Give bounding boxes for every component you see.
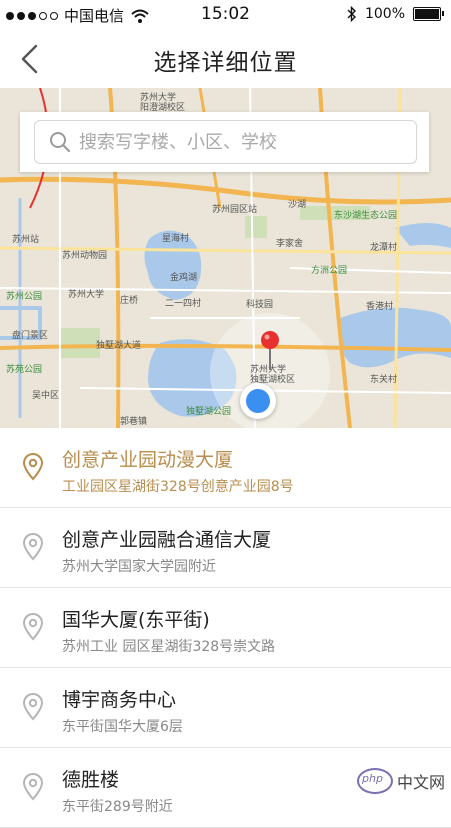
map-label: 独墅湖大道 bbox=[96, 341, 142, 351]
result-address: 苏州大学国家大学园附近 bbox=[62, 559, 216, 575]
map-label: 沙湖 bbox=[288, 200, 307, 210]
battery-percent: 100% bbox=[364, 6, 405, 22]
location-pin-icon bbox=[22, 693, 44, 721]
battery-icon bbox=[413, 7, 444, 21]
map-label: 科技园 bbox=[246, 300, 274, 310]
php-logo: php bbox=[356, 768, 393, 794]
result-address: 东平街289号附近 bbox=[62, 799, 173, 815]
map-label: 苏州公园 bbox=[6, 292, 43, 302]
map-label: 二一四村 bbox=[165, 299, 202, 309]
map-label: 苏州站 bbox=[12, 235, 40, 245]
watermark-text: 中文网 bbox=[396, 773, 445, 792]
result-address: 苏州工业 园区星湖街328号崇文路 bbox=[62, 639, 276, 655]
search-icon bbox=[50, 132, 71, 153]
map-label: 郭巷镇 bbox=[120, 417, 148, 427]
map-label: 龙潭村 bbox=[370, 243, 398, 253]
location-dot-icon bbox=[246, 389, 270, 413]
current-location-button[interactable] bbox=[240, 383, 276, 419]
result-name: 博宇商务中心 bbox=[62, 689, 177, 711]
map-label: 李家舍 bbox=[276, 239, 304, 249]
map-label: 吴中区 bbox=[32, 391, 60, 401]
result-item[interactable]: 国华大厦(东平街) 苏州工业 园区星湖街328号崇文路 bbox=[0, 588, 451, 668]
result-item[interactable]: 创意产业园动漫大厦工业园区星湖街328号创意产业园8号 bbox=[0, 428, 451, 508]
nav-bar: 选择详细位置 bbox=[0, 30, 451, 89]
map-view[interactable]: 苏州大学 阳澄湖校区 苏州园区站 沙湖 东沙湖生态公园 苏州站 苏州动物园 星海村 李家舍 方洲公… bbox=[0, 88, 451, 428]
map-label: 苏州大学 bbox=[68, 290, 105, 300]
map-label: 东关村 bbox=[370, 375, 398, 385]
search-panel bbox=[20, 112, 429, 172]
search-field[interactable] bbox=[34, 120, 417, 164]
result-name: 德胜楼 bbox=[62, 769, 120, 791]
result-item[interactable]: 创意产业园融合通信大厦苏州大学国家大学园附近 bbox=[0, 508, 451, 588]
status-right: 100% bbox=[347, 6, 444, 22]
location-pin-icon bbox=[22, 613, 44, 641]
map-label: 独墅湖公园 bbox=[186, 407, 232, 417]
result-name: 创意产业园融合通信大厦 bbox=[62, 529, 272, 551]
map-label: 苏州园区站 bbox=[212, 205, 258, 215]
map-label: 星海村 bbox=[162, 234, 190, 244]
map-label: 苏州动物园 bbox=[62, 251, 108, 261]
result-address: 东平街国华大厦6层 bbox=[62, 719, 183, 735]
map-pin-icon bbox=[261, 331, 279, 370]
page-title: 选择详细位置 bbox=[153, 50, 298, 76]
result-address: 工业园区星湖街328号创意产业园8号 bbox=[62, 479, 294, 495]
location-pin-icon bbox=[22, 533, 44, 561]
bluetooth-icon bbox=[347, 6, 356, 22]
result-name: 创意产业园动漫大厦 bbox=[62, 449, 234, 471]
status-bar: 中国电信 15:02 100% bbox=[0, 0, 451, 30]
map-label: 东沙湖生态公园 bbox=[334, 211, 398, 221]
watermark: php 中文网 bbox=[356, 768, 445, 794]
map-label: 方洲公园 bbox=[311, 266, 348, 276]
search-input[interactable] bbox=[77, 121, 411, 163]
map-label: 盘门景区 bbox=[12, 331, 49, 341]
map-label: 香港村 bbox=[366, 302, 394, 312]
location-pin-icon bbox=[22, 773, 44, 801]
location-pin-icon bbox=[22, 453, 44, 481]
map-label: 苏苑公园 bbox=[6, 365, 43, 375]
map-label: 金鸡湖 bbox=[170, 273, 198, 283]
result-name: 国华大厦(东平街) bbox=[62, 609, 210, 631]
result-item[interactable]: 博宇商务中心东平街国华大厦6层 bbox=[0, 668, 451, 748]
map-label: 庄桥 bbox=[120, 296, 139, 306]
